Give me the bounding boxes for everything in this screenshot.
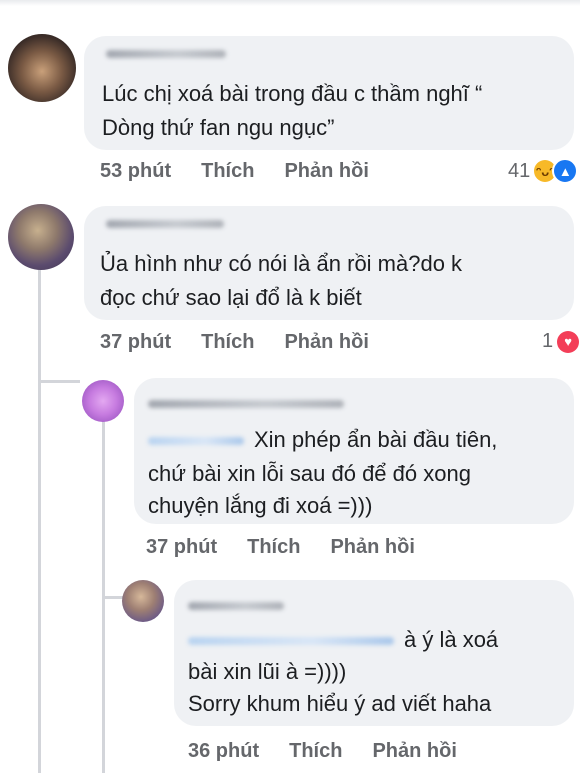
comment-text-line: Lúc chị xoá bài trong đầu c thầm nghĩ “ (102, 81, 483, 106)
avatar[interactable] (122, 580, 164, 622)
comment-text: à ý là xoá (404, 627, 499, 652)
comment-actions: 37 phút Thích Phản hồi (100, 331, 369, 354)
comment-text-line: Sorry khum hiểu ý ad viết haha (188, 691, 492, 716)
thread-line-reply (102, 414, 105, 773)
thread-line-main (38, 262, 41, 773)
reply-bubble: à ý là xoá bài xin lũi à =)))) Sorry khu… (174, 580, 574, 726)
comment-text-line: Ủa hình như có nói là ẩn rồi mà?do k (100, 251, 463, 276)
avatar[interactable] (8, 204, 74, 270)
comment-time[interactable]: 37 phút (100, 331, 171, 354)
top-divider (0, 0, 580, 6)
reply-button[interactable]: Phản hồi (284, 160, 368, 183)
reaction-summary[interactable]: 1 ♥ (542, 330, 580, 353)
thread-line-branch-1 (38, 380, 80, 383)
mention-tag[interactable] (148, 437, 244, 446)
comment-text: Xin phép ẩn bài đầu tiên, (254, 427, 498, 452)
like-button[interactable]: Thích (201, 331, 254, 354)
comment-text-line: đọc chứ sao lại đổ là k biết (100, 285, 362, 310)
like-button[interactable]: Thích (289, 740, 342, 763)
mention-tag[interactable] (188, 637, 394, 646)
thread-line-branch-2 (102, 596, 124, 599)
love-icon: ♥ (557, 330, 580, 353)
comment-time[interactable]: 37 phút (146, 536, 217, 559)
reply-bubble: Xin phép ẩn bài đầu tiên, chứ bài xin lỗ… (134, 378, 574, 524)
comment-text-line: bài xin lũi à =)))) (188, 659, 347, 684)
comment-text-line: à ý là xoá (188, 624, 498, 656)
comment-text-line: Dòng thứ fan ngu ngục” (102, 115, 335, 140)
comment-bubble: Ủa hình như có nói là ẩn rồi mà?do k đọc… (84, 206, 574, 320)
comment-actions: 53 phút Thích Phản hồi (100, 160, 369, 183)
like-button[interactable]: Thích (247, 536, 300, 559)
comment-bubble: Lúc chị xoá bài trong đầu c thầm nghĩ “ … (84, 36, 574, 150)
reply-button[interactable]: Phản hồi (330, 536, 414, 559)
reply-button[interactable]: Phản hồi (372, 740, 456, 763)
avatar[interactable] (8, 34, 76, 102)
comment-text-line: chuyện lắng đi xoá =))) (148, 493, 373, 518)
commenter-name[interactable] (106, 220, 224, 228)
like-icon: ▲ (552, 158, 579, 184)
comment-time[interactable]: 36 phút (188, 740, 259, 763)
commenter-name[interactable] (188, 602, 284, 610)
reaction-count: 41 (508, 159, 531, 182)
reply-button[interactable]: Phản hồi (284, 331, 368, 354)
comment-time[interactable]: 53 phút (100, 160, 171, 183)
reaction-count: 1 (542, 330, 554, 352)
comment-text-line: chứ bài xin lỗi sau đó để đó xong (148, 461, 471, 486)
commenter-name[interactable] (148, 400, 344, 408)
comment-text-line: Xin phép ẩn bài đầu tiên, (148, 424, 497, 456)
like-button[interactable]: Thích (201, 160, 254, 183)
avatar[interactable] (82, 380, 124, 422)
comment-actions: 37 phút Thích Phản hồi (146, 536, 415, 559)
comment-actions: 36 phút Thích Phản hồi (188, 740, 457, 763)
commenter-name[interactable] (106, 50, 226, 58)
reaction-summary[interactable]: 41 ᵔᴗᵔ ▲ (508, 158, 579, 184)
